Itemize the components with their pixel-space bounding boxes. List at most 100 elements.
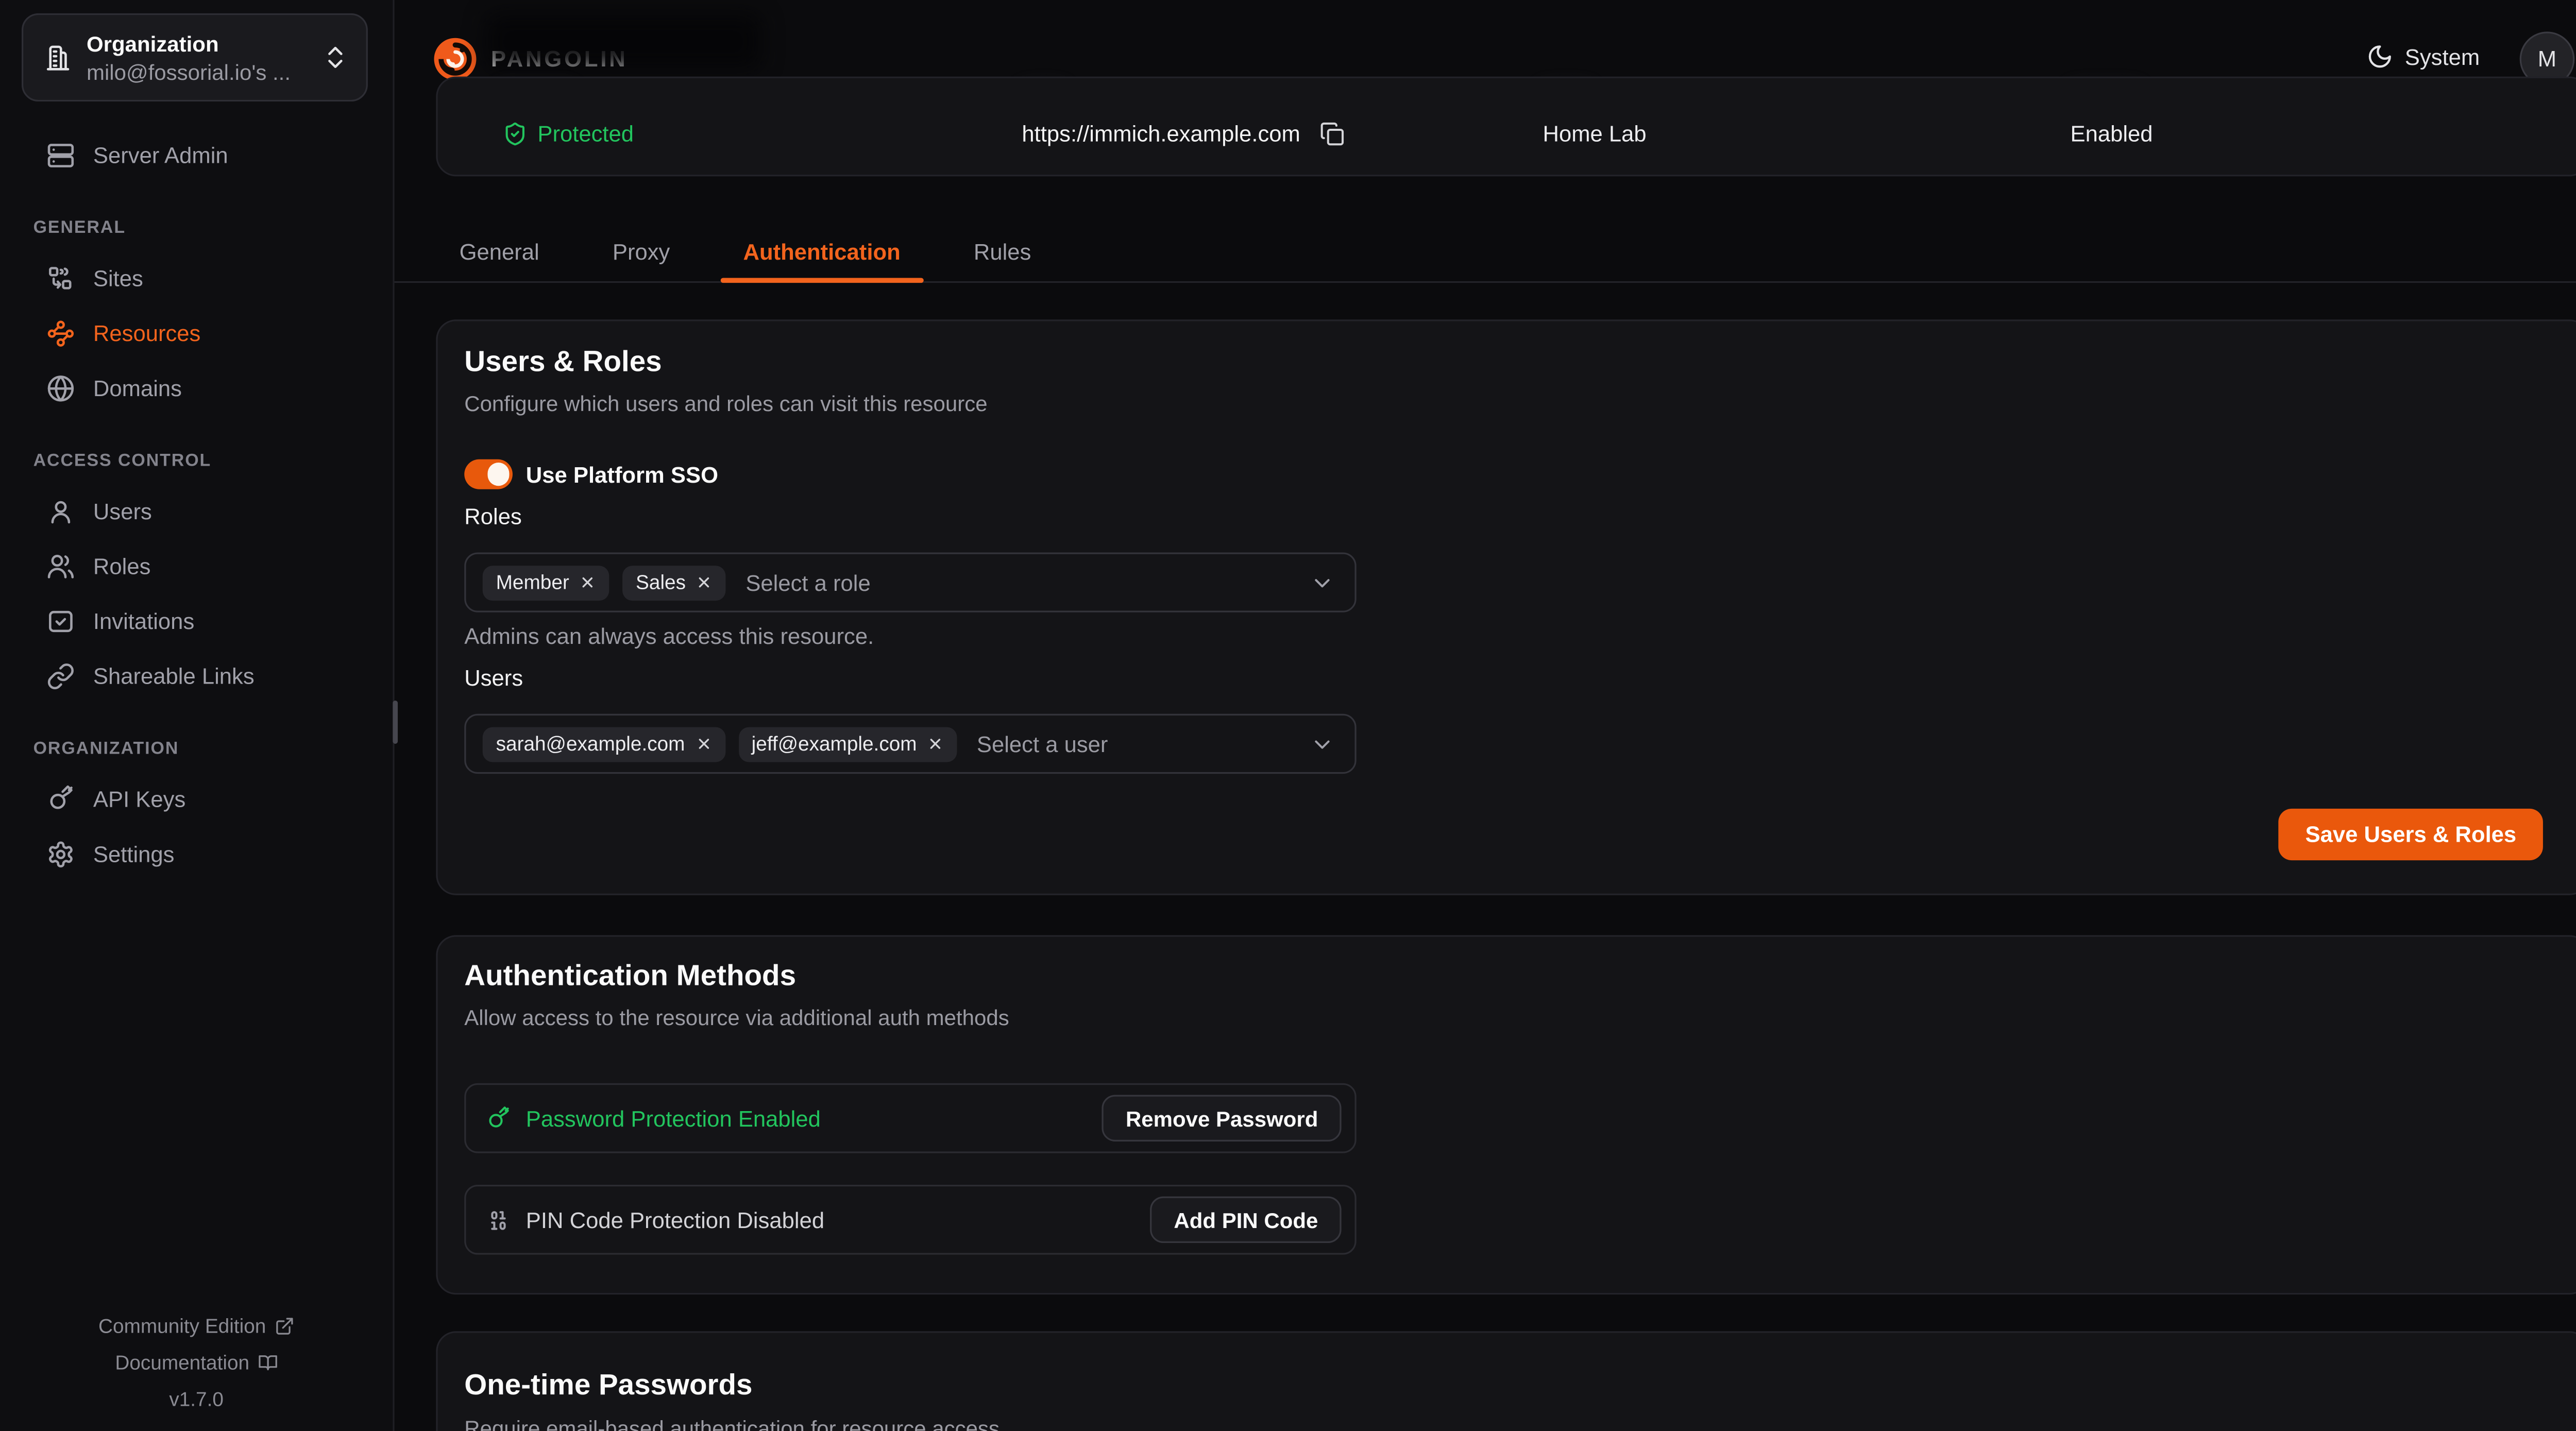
globe-icon — [46, 374, 75, 403]
pin-binary-icon — [486, 1207, 511, 1232]
users-placeholder: Select a user — [977, 731, 1297, 756]
external-link-icon — [275, 1316, 295, 1336]
sidebar-item-label: Domains — [93, 376, 182, 401]
sidebar-item-server-admin[interactable]: Server Admin — [0, 128, 393, 183]
sidebar-item-label: Settings — [93, 842, 175, 867]
chevrons-up-down-icon — [321, 43, 349, 72]
resource-enabled-label: Enabled — [2070, 122, 2153, 146]
pangolin-logo-icon — [431, 35, 480, 83]
card-title: One-time Passwords — [464, 1368, 752, 1403]
users-field-label: Users — [464, 666, 523, 690]
roles-field-label: Roles — [464, 504, 521, 529]
password-protection-row: Password Protection Enabled Remove Passw… — [464, 1083, 1356, 1153]
moon-icon — [2366, 43, 2393, 70]
roles-placeholder: Select a role — [745, 570, 1296, 594]
sidebar-footer: Community Edition Documentation v1.7.0 — [0, 1315, 393, 1411]
password-key-icon — [486, 1106, 511, 1131]
gear-icon — [46, 840, 75, 868]
version-label: v1.7.0 — [169, 1388, 224, 1411]
admins-note: Admins can always access this resource. — [464, 624, 874, 649]
sidebar-item-roles[interactable]: Roles — [0, 539, 393, 594]
sidebar-section-access-control: ACCESS CONTROL — [0, 416, 393, 484]
add-pin-code-button[interactable]: Add PIN Code — [1150, 1197, 1341, 1243]
building-icon — [43, 43, 72, 72]
sidebar-item-domains[interactable]: Domains — [0, 361, 393, 416]
sidebar: Organization milo@fossorial.io's ... Ser… — [0, 0, 395, 1431]
tab-label: Proxy — [613, 239, 670, 264]
user-chip: sarah@example.com — [483, 726, 725, 761]
users-roles-card: Users & Roles Configure which users and … — [436, 319, 2576, 895]
use-platform-sso-label: Use Platform SSO — [526, 463, 718, 487]
org-switcher-value: milo@fossorial.io's ... — [87, 57, 306, 86]
tab-general[interactable]: General — [436, 222, 563, 281]
tab-label: Authentication — [743, 239, 900, 264]
org-switcher[interactable]: Organization milo@fossorial.io's ... — [22, 13, 368, 101]
sidebar-item-api-keys[interactable]: API Keys — [0, 772, 393, 827]
tab-label: Rules — [974, 239, 1031, 264]
user-icon — [46, 498, 75, 526]
resource-status-card: Protected https://immich.example.com Hom… — [436, 77, 2576, 177]
sidebar-item-label: Roles — [93, 554, 150, 579]
main-content: PANGOLIN System M Protected — [395, 0, 2576, 1431]
card-title: Users & Roles — [464, 345, 662, 380]
protection-status-label: Protected — [537, 122, 634, 146]
brand-name: PANGOLIN — [491, 46, 628, 71]
invitations-icon — [46, 607, 75, 636]
remove-chip-icon[interactable] — [927, 736, 943, 752]
copy-url-button[interactable] — [1320, 122, 1345, 146]
resource-url-text: https://immich.example.com — [1022, 122, 1300, 146]
user-chip-label: sarah@example.com — [496, 732, 685, 755]
role-chip-label: Member — [496, 571, 569, 594]
roles-multiselect[interactable]: Member Sales Select a role — [464, 552, 1356, 612]
save-users-roles-button[interactable]: Save Users & Roles — [2279, 809, 2543, 860]
community-edition-label: Community Edition — [98, 1315, 266, 1338]
theme-label: System — [2405, 44, 2480, 69]
chevron-down-icon — [1310, 731, 1334, 756]
remove-chip-icon[interactable] — [695, 736, 711, 752]
tab-authentication[interactable]: Authentication — [720, 222, 924, 281]
sites-icon — [46, 265, 75, 293]
sidebar-nav: Server Admin GENERAL Sites — [0, 128, 393, 882]
sidebar-item-shareable-links[interactable]: Shareable Links — [0, 649, 393, 704]
sidebar-item-users[interactable]: Users — [0, 484, 393, 539]
card-subtitle: Require email-based authentication for r… — [464, 1416, 999, 1431]
sidebar-item-label: API Keys — [93, 787, 185, 812]
sidebar-item-invitations[interactable]: Invitations — [0, 594, 393, 649]
book-open-icon — [258, 1353, 278, 1373]
sidebar-item-sites[interactable]: Sites — [0, 251, 393, 306]
otp-card: One-time Passwords Require email-based a… — [436, 1331, 2576, 1431]
sidebar-item-label: Shareable Links — [93, 664, 255, 689]
link-icon — [46, 662, 75, 691]
password-protection-status: Password Protection Enabled — [526, 1106, 821, 1131]
users-multiselect[interactable]: sarah@example.com jeff@example.com Selec… — [464, 714, 1356, 774]
remove-password-button[interactable]: Remove Password — [1103, 1095, 1342, 1142]
role-chip-label: Sales — [636, 571, 686, 594]
org-switcher-text: Organization milo@fossorial.io's ... — [87, 29, 306, 86]
card-subtitle: Configure which users and roles can visi… — [464, 391, 987, 416]
sidebar-item-label: Sites — [93, 266, 143, 291]
documentation-label: Documentation — [115, 1351, 249, 1374]
community-edition-link[interactable]: Community Edition — [98, 1315, 294, 1338]
copy-icon — [1320, 122, 1345, 146]
shield-check-icon — [503, 122, 528, 146]
server-icon — [46, 142, 75, 170]
sidebar-item-resources[interactable]: Resources — [0, 306, 393, 361]
use-platform-sso-toggle[interactable] — [464, 459, 513, 489]
sidebar-item-label: Resources — [93, 321, 200, 346]
user-chip: jeff@example.com — [738, 726, 957, 761]
resource-tabs: General Proxy Authentication Rules — [395, 222, 2576, 283]
tab-proxy[interactable]: Proxy — [589, 222, 693, 281]
sidebar-item-label: Users — [93, 499, 152, 524]
role-chip: Member — [483, 565, 609, 600]
remove-chip-icon[interactable] — [579, 574, 596, 590]
sidebar-item-settings[interactable]: Settings — [0, 827, 393, 882]
documentation-link[interactable]: Documentation — [115, 1351, 278, 1374]
key-icon — [46, 786, 75, 814]
remove-chip-icon[interactable] — [696, 574, 712, 590]
chevron-down-icon — [1310, 570, 1334, 594]
tab-rules[interactable]: Rules — [951, 222, 1055, 281]
auth-methods-card: Authentication Methods Allow access to t… — [436, 935, 2576, 1294]
tab-label: General — [460, 239, 539, 264]
theme-toggle-button[interactable]: System — [2366, 43, 2480, 70]
org-switcher-label: Organization — [87, 29, 306, 58]
